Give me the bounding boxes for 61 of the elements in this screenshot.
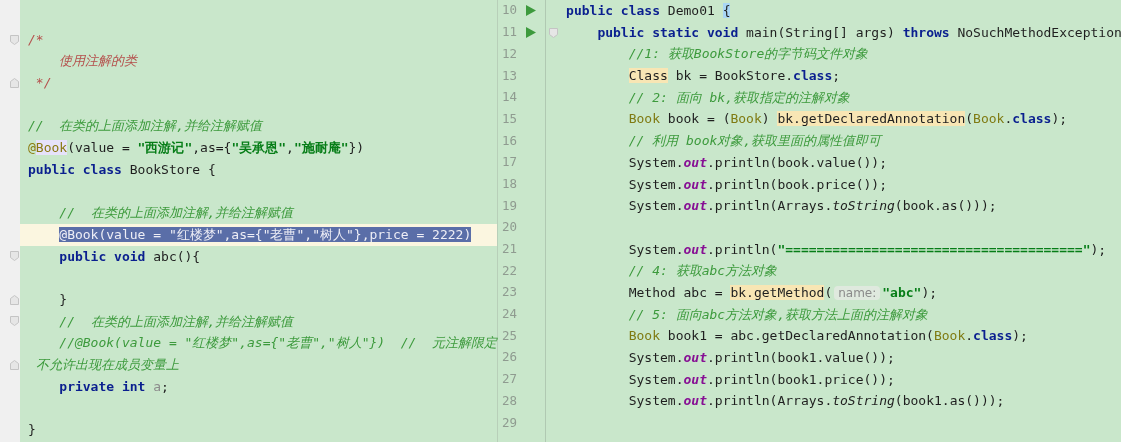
line-number: 24: [502, 305, 519, 324]
run-icon[interactable]: [526, 5, 537, 17]
code-line: //@Book(value = "红楼梦",as={"老曹","树人"}) // 元注解限定: [58, 334, 498, 353]
fold-icon[interactable]: [10, 34, 19, 45]
code-line: public class Demo01 {: [566, 2, 732, 20]
code-line: }: [58, 290, 69, 309]
line-number: 27: [502, 370, 519, 389]
code-line: // 2: 面向 bk,获取指定的注解对象: [627, 88, 851, 107]
line-number: 14: [502, 88, 519, 107]
line-number: 15: [502, 109, 519, 128]
code-line: //1: 获取BookStore的字节码文件对象: [627, 45, 870, 64]
line-number: 18: [502, 174, 519, 193]
code-line: Class bk = BookStore.class;: [627, 67, 842, 86]
code-line: 不允许出现在成员变量上: [34, 356, 180, 374]
line-number: 28: [502, 391, 519, 410]
line-number: 25: [502, 326, 519, 345]
code-line: // 利用 book对象,获取里面的属性值即可: [627, 132, 884, 151]
line-number: 10: [502, 1, 519, 20]
code-line: }: [28, 421, 37, 440]
code-line: /*: [28, 30, 45, 49]
line-number: 13: [502, 66, 519, 85]
code-line: @Book(value = "西游记",as={"吴承恩","施耐庵"}): [28, 139, 366, 158]
code-line: Book book1 = abc.getDeclaredAnnotation(Book.class);: [627, 327, 1029, 346]
code-line: 使用注解的类: [58, 52, 139, 71]
run-icon[interactable]: [526, 27, 537, 39]
code-line: public class BookStore {: [28, 160, 217, 179]
fold-icon[interactable]: [10, 359, 19, 370]
line-number: 20: [502, 218, 519, 237]
code-line: // 5: 面向abc方法对象,获取方法上面的注解对象: [627, 305, 929, 324]
code-line: System.out.println(book.price());: [627, 175, 888, 194]
fold-icon[interactable]: [10, 316, 19, 327]
fold-icon[interactable]: [548, 27, 558, 38]
code-line: System.out.println(book1.value());: [627, 349, 896, 367]
line-number: 29: [502, 413, 519, 432]
code-line: */: [34, 74, 53, 93]
code-line: Book book = (Book) bk.getDeclaredAnnotation(Book.class);: [627, 110, 1069, 129]
code-line: // 在类的上面添加注解,并给注解赋值: [28, 117, 265, 136]
code-line: System.out.println(Arrays.toString(book.as()));: [627, 197, 998, 216]
code-line: System.out.println("======================================");: [627, 240, 1108, 259]
code-line: // 在类的上面添加注解,并给注解赋值: [58, 204, 296, 223]
fold-icon[interactable]: [10, 294, 19, 305]
line-number: 26: [502, 348, 519, 367]
line-number: 16: [502, 131, 519, 150]
code-line: public static void main(String[] args) throws NoSuchMethodException: [596, 23, 1121, 42]
code-line: System.out.println(book1.price());: [627, 370, 896, 389]
fold-icon[interactable]: [10, 251, 19, 262]
code-line: // 4: 获取abc方法对象: [627, 262, 779, 281]
line-number: 12: [502, 44, 519, 63]
fold-icon[interactable]: [10, 77, 19, 88]
code-line: System.out.println(book.value());: [627, 153, 888, 172]
code-line: private int a;: [58, 377, 170, 396]
code-line: public void abc(){: [58, 247, 202, 266]
line-number: 21: [502, 240, 519, 259]
line-number: 23: [502, 283, 519, 302]
line-number: 11: [502, 23, 519, 42]
line-number: 17: [502, 153, 519, 172]
code-line: // 在类的上面添加注解,并给注解赋值: [58, 312, 296, 331]
line-number: 19: [502, 196, 519, 215]
code-line: System.out.println(Arrays.toString(book1.as()));: [627, 392, 1006, 411]
line-number: 22: [502, 261, 519, 280]
code-line: Method abc = bk.getMethod( name: "abc");: [627, 283, 939, 302]
